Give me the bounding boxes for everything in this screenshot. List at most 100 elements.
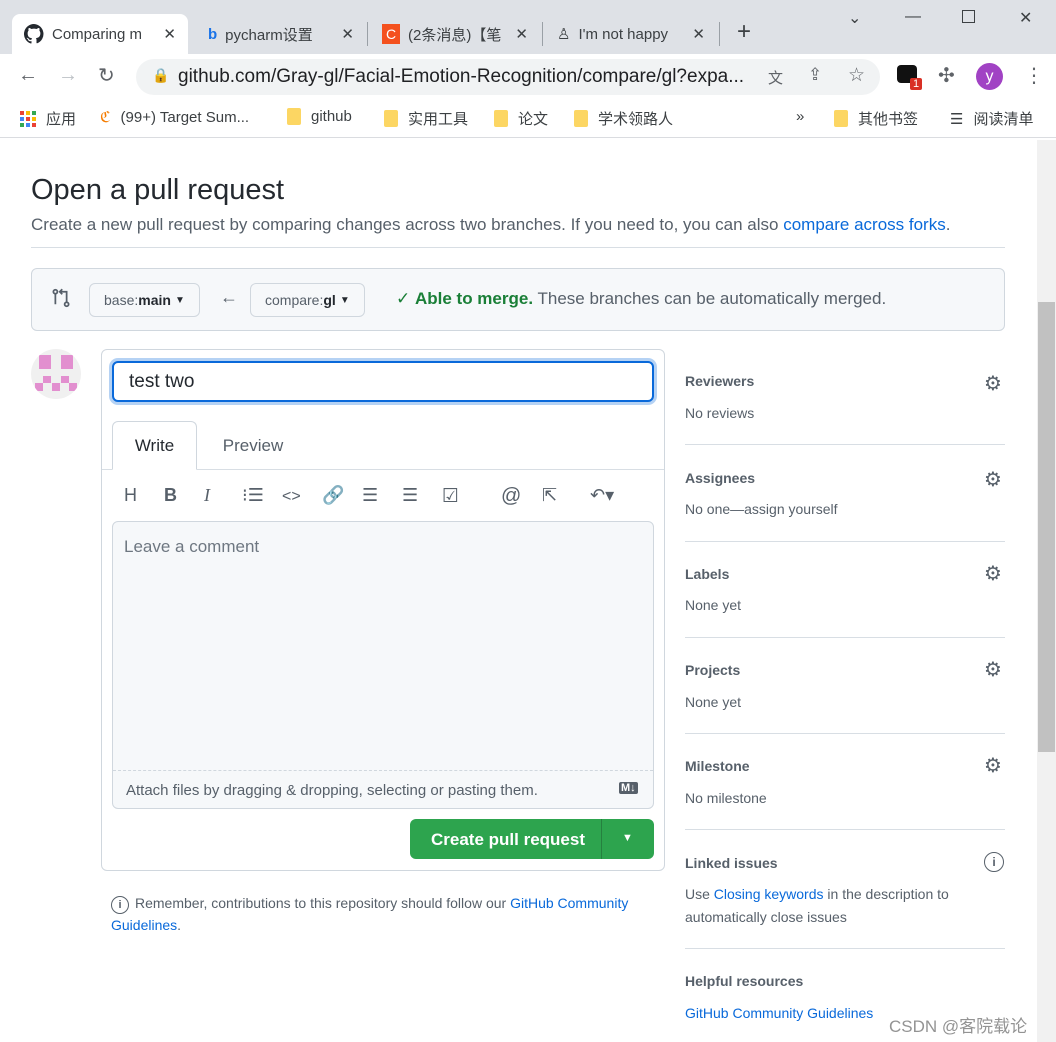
page-subtitle: Create a new pull request by comparing c…: [31, 215, 951, 234]
gear-icon[interactable]: ⚙: [984, 371, 1004, 395]
bookmark-tools[interactable]: 实用工具: [384, 108, 468, 129]
bookmark-label: 论文: [518, 111, 549, 128]
labels-value: None yet: [685, 597, 742, 613]
close-tab-icon[interactable]: ✕: [341, 25, 354, 43]
quote-icon[interactable]: ⁝☰: [242, 485, 264, 507]
folder-icon: [287, 108, 301, 125]
caret-down-icon[interactable]: ▼: [622, 832, 633, 844]
puzzle-icon[interactable]: ✣: [938, 63, 955, 88]
reload-icon[interactable]: ↻: [98, 63, 115, 88]
info-icon[interactable]: i: [984, 852, 1004, 872]
close-tab-icon[interactable]: ✕: [692, 25, 705, 43]
lock-icon: 🔒: [152, 67, 170, 83]
reply-icon[interactable]: ↶▾: [590, 485, 626, 507]
milestone-value: No milestone: [685, 790, 767, 806]
folder-icon: [384, 110, 398, 127]
task-list-icon[interactable]: ☑: [442, 485, 464, 507]
git-compare-icon: [52, 288, 70, 308]
scrollbar-thumb[interactable]: [1038, 302, 1055, 752]
comment-textarea[interactable]: Leave a comment Attach files by dragging…: [112, 521, 654, 809]
extension-badge: 1: [910, 78, 923, 90]
tab-strip: Comparing m ✕ b pycharm设置 ✕ C (2条消息)【笔 ✕…: [0, 0, 1056, 54]
translate-icon[interactable]: 文: [768, 67, 783, 88]
bookmark-label: github: [311, 108, 352, 125]
assignees-heading[interactable]: Assignees: [685, 470, 755, 486]
share-icon[interactable]: ⇪: [808, 65, 822, 85]
back-icon[interactable]: ←: [18, 64, 38, 87]
pr-title-input[interactable]: [112, 361, 654, 402]
reference-icon[interactable]: ⇱: [542, 485, 564, 507]
markdown-icon[interactable]: M↓: [619, 782, 638, 794]
page-title: Open a pull request: [31, 174, 285, 206]
bold-icon[interactable]: B: [164, 485, 186, 507]
gear-icon[interactable]: ⚙: [984, 467, 1004, 491]
code-icon[interactable]: <>: [282, 488, 304, 510]
star-icon[interactable]: ☆: [848, 64, 865, 87]
tab-title: (2条消息)【笔: [408, 26, 502, 44]
gear-icon[interactable]: ⚙: [984, 657, 1004, 681]
bookmark-github[interactable]: github: [287, 108, 352, 125]
new-tab-button[interactable]: +: [737, 18, 751, 46]
link-icon[interactable]: 🔗: [322, 485, 344, 507]
url-text: github.com/Gray-gl/Facial-Emotion-Recogn…: [178, 66, 745, 87]
heading-icon[interactable]: H: [124, 485, 146, 507]
compare-forks-link[interactable]: compare across forks: [783, 215, 946, 234]
community-guidelines-link[interactable]: GitHub Community Guidelines: [685, 1002, 873, 1025]
close-tab-icon[interactable]: ✕: [515, 25, 528, 43]
minimize-button[interactable]: —: [905, 8, 921, 26]
site-icon: ℭ: [100, 109, 111, 126]
bookmark-apps[interactable]: 应用: [20, 108, 76, 129]
italic-icon[interactable]: I: [204, 485, 226, 507]
linked-issues-heading: Linked issues: [685, 855, 778, 871]
page-icon: ♙: [557, 26, 571, 43]
ordered-list-icon[interactable]: ☰: [402, 485, 424, 507]
tab-title: pycharm设置: [225, 26, 313, 44]
reviewers-heading[interactable]: Reviewers: [685, 373, 754, 389]
forward-icon[interactable]: →: [58, 64, 78, 87]
bookmark-scholar[interactable]: 学术领路人: [574, 108, 673, 129]
milestone-heading[interactable]: Milestone: [685, 758, 750, 774]
create-pull-request-button[interactable]: Create pull request ▼: [410, 819, 654, 859]
bing-icon: b: [208, 25, 218, 43]
tab-search-icon[interactable]: ⌄: [848, 8, 861, 28]
tab-preview[interactable]: Preview: [208, 421, 298, 470]
close-tab-icon[interactable]: ✕: [163, 25, 176, 43]
gear-icon[interactable]: ⚙: [984, 561, 1004, 585]
projects-heading[interactable]: Projects: [685, 662, 740, 678]
tab-write[interactable]: Write: [112, 421, 197, 470]
bookmark-papers[interactable]: 论文: [494, 108, 548, 129]
unordered-list-icon[interactable]: ☰: [362, 485, 384, 507]
attach-files-text[interactable]: Attach files by dragging & dropping, sel…: [126, 782, 538, 799]
linked-issues-text: Use Closing keywords in the description …: [685, 886, 949, 925]
caret-down-icon: ▼: [339, 294, 350, 306]
base-branch-select[interactable]: base: main ▼: [89, 283, 200, 317]
bookmark-label: 阅读清单: [973, 111, 1034, 128]
address-bar[interactable]: 🔒 github.com/Gray-gl/Facial-Emotion-Reco…: [136, 59, 880, 95]
maximize-button[interactable]: [962, 10, 975, 23]
compare-branch-select[interactable]: compare: gl ▼: [250, 283, 365, 317]
watermark: CSDN @客院载论: [889, 1017, 1028, 1036]
bookmark-target-sum[interactable]: ℭ (99+) Target Sum...: [100, 108, 249, 127]
tab-csdn[interactable]: C (2条消息)【笔 ✕: [370, 14, 540, 54]
avatar[interactable]: y: [976, 63, 1003, 90]
bookmarks-overflow[interactable]: »: [796, 108, 804, 125]
mention-icon[interactable]: @: [501, 485, 523, 507]
info-icon: i: [111, 896, 129, 914]
close-window-button[interactable]: ✕: [1019, 8, 1032, 28]
bookmark-label: 实用工具: [408, 111, 469, 128]
other-bookmarks[interactable]: 其他书签: [834, 108, 918, 129]
menu-icon[interactable]: ⋮: [1024, 63, 1044, 88]
bookmark-label: 其他书签: [858, 111, 919, 128]
tab-not-happy[interactable]: ♙ I'm not happy ✕: [545, 14, 717, 54]
guidelines-note: i Remember, contributions to this reposit…: [111, 895, 629, 933]
gear-icon[interactable]: ⚙: [984, 753, 1004, 777]
create-pr-label: Create pull request: [431, 830, 585, 849]
closing-keywords-link[interactable]: Closing keywords: [714, 886, 824, 902]
reading-list[interactable]: ☰ 阅读清单: [950, 108, 1033, 129]
user-avatar[interactable]: [31, 349, 81, 399]
comment-placeholder: Leave a comment: [124, 537, 260, 556]
labels-heading[interactable]: Labels: [685, 566, 729, 582]
assignees-value[interactable]: No one—assign yourself: [685, 498, 838, 521]
tab-pycharm[interactable]: b pycharm设置 ✕: [196, 14, 366, 54]
tab-comparing[interactable]: Comparing m ✕: [12, 14, 188, 54]
